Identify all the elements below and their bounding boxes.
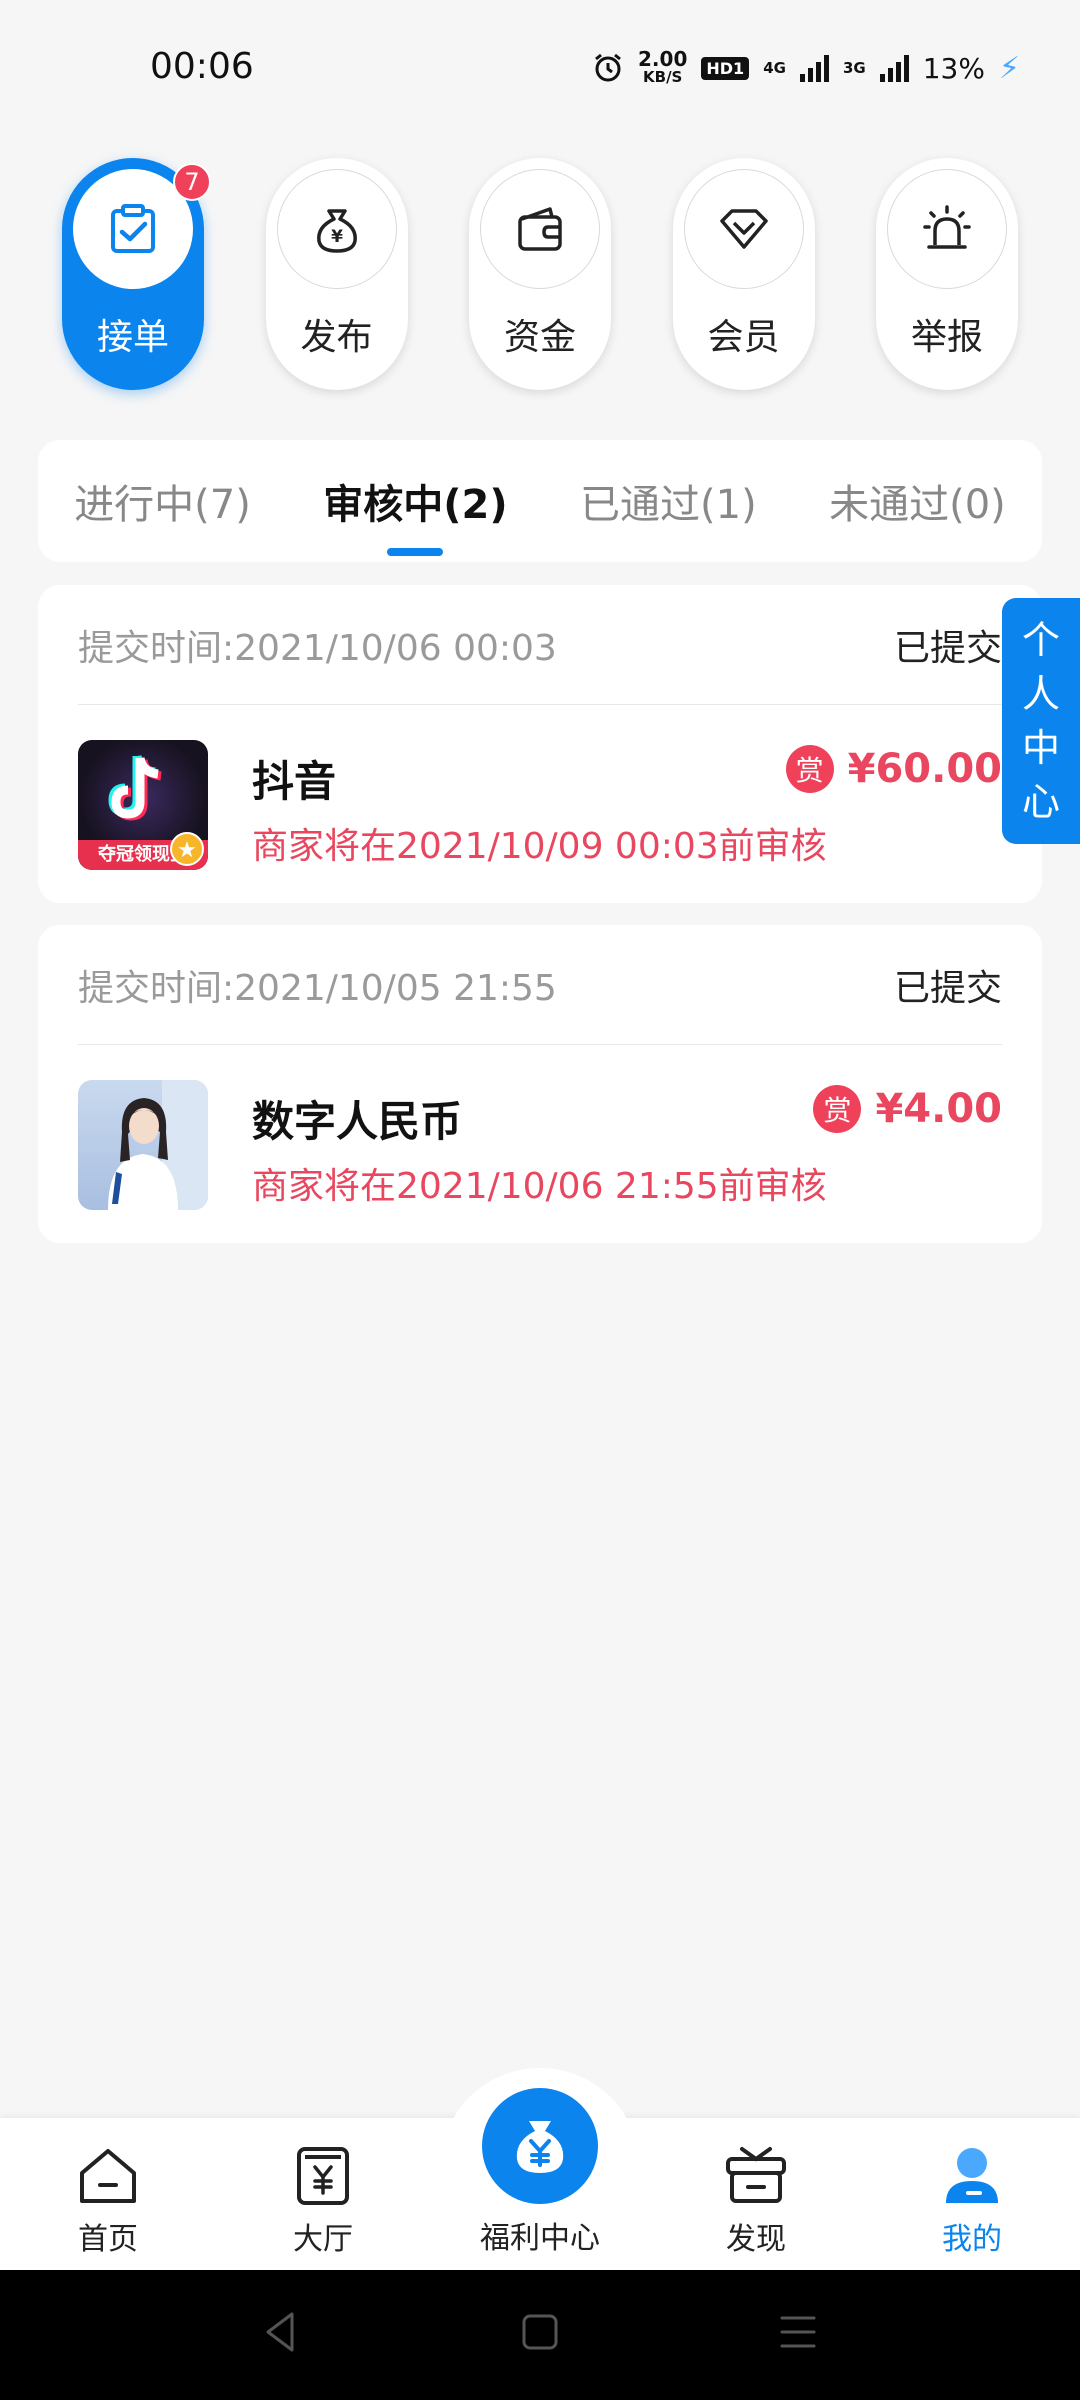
app-thumbnail: 夺冠领现金 ★ [78,740,208,870]
float-char: 个 [1021,618,1060,662]
category-take-order[interactable]: 7 接单 [62,158,211,390]
money-bag-icon [516,2121,564,2173]
person-photo-icon [108,1080,208,1210]
reward-amount: ¥4.00 [875,1086,1002,1132]
nav-label: 我的 [942,2222,1002,2257]
status-tabs: 进行中(7) 审核中(2) 已通过(1) 未通过(0) [38,440,1042,562]
category-publish[interactable]: ¥ 发布 [265,158,408,390]
personal-center-float-button[interactable]: 个 人 中 心 [1002,598,1080,844]
category-icon-circle: ¥ [276,169,397,289]
notification-badge: 7 [173,163,211,201]
submit-time: 提交时间:2021/10/05 21:55 [78,967,557,1009]
category-icon-circle: 7 [73,163,211,289]
float-char: 中 [1021,726,1060,770]
status-icons: 2.00 KB/S HD1 4G 3G 13% ⚡ [592,49,1020,86]
task-status: 已提交 [893,967,1002,1009]
task-card-header: 提交时间:2021/10/05 21:55 已提交 [78,925,1002,1045]
nav-discover[interactable]: 发现 [676,2140,836,2258]
back-icon[interactable] [260,2310,300,2354]
network-speed-unit: KB/S [643,68,683,86]
task-reward: 赏 ¥60.00 [785,745,1002,793]
battery-level: 13% [922,51,985,85]
hd-badge: HD1 [701,56,750,80]
reward-amount: ¥60.00 [847,746,1002,792]
float-char: 人 [1021,672,1060,716]
svg-text:¥: ¥ [331,227,343,247]
network-type-2: 3G [842,59,866,77]
submit-time: 提交时间:2021/10/06 00:03 [78,627,557,669]
app-thumbnail [78,1080,208,1210]
nav-label: 首页 [78,2222,138,2257]
category-label: 资金 [503,317,576,358]
charging-icon: ⚡ [998,50,1020,86]
category-label: 会员 [707,317,780,358]
category-label: 接单 [96,317,169,358]
task-card[interactable]: 提交时间:2021/10/05 21:55 已提交 数字人民币 赏 ¥4.00 … [38,925,1042,1243]
category-icon-circle [683,169,804,289]
nav-label: 发现 [726,2222,786,2257]
task-name: 数字人民币 [252,1097,463,1146]
category-label: 发布 [300,317,373,358]
tab-approved[interactable]: 已通过(1) [576,472,761,530]
nav-welfare-center-button[interactable] [482,2088,598,2204]
task-card[interactable]: 提交时间:2021/10/06 00:03 已提交 夺冠领现金 ★ 抖音 赏 ¥… [38,585,1042,903]
task-reward: 赏 ¥4.00 [813,1085,1002,1133]
task-name: 抖音 [252,757,337,806]
category-report[interactable]: 举报 [876,158,1018,390]
reward-icon: 赏 [785,745,834,793]
float-char: 心 [1021,780,1060,824]
reward-icon: 赏 [813,1085,862,1133]
network-type-1: 4G [763,59,786,77]
task-card-header: 提交时间:2021/10/06 00:03 已提交 [78,585,1002,705]
nav-label: 福利中心 [480,2221,600,2256]
alarm-siren-icon [923,205,971,249]
review-deadline: 商家将在2021/10/06 21:55前审核 [252,1166,827,1207]
review-deadline: 商家将在2021/10/09 00:03前审核 [252,826,827,867]
category-label: 举报 [910,317,983,358]
money-bag-icon: ¥ [316,209,357,253]
nav-hall[interactable]: 大厅 [243,2140,403,2258]
diamond-icon [719,209,768,249]
home-icon [80,2149,136,2203]
yuan-card-icon [297,2147,349,2205]
user-icon [946,2148,998,2203]
status-bar: 00:06 2.00 KB/S HD1 4G 3G 13% ⚡ [0,0,1080,130]
nav-mine[interactable]: 我的 [892,2140,1052,2258]
home-button-icon[interactable] [520,2310,560,2354]
gift-box-icon [726,2147,786,2203]
system-nav-bar [0,2270,1080,2400]
task-status: 已提交 [893,627,1002,669]
douyin-logo-icon [108,755,162,821]
category-icon-circle [887,169,1007,289]
alarm-clock-icon [595,53,621,82]
category-funds[interactable]: 资金 [469,158,611,390]
tab-under-review[interactable]: 审核中(2) [319,472,511,556]
star-badge-icon: ★ [170,832,204,866]
category-membership[interactable]: 会员 [672,158,815,390]
category-bar: 7 接单 ¥ 发布 资金 会员 举报 [62,158,1018,390]
signal-bars-icon [879,54,909,82]
tab-in-progress[interactable]: 进行中(7) [70,472,255,530]
wallet-icon [518,207,562,251]
category-icon-circle [480,169,600,289]
nav-label: 大厅 [293,2222,353,2257]
clipboard-check-icon [111,204,155,253]
tab-rejected[interactable]: 未通过(0) [825,472,1010,530]
signal-bars-icon [799,54,829,82]
status-time: 00:06 [150,46,254,87]
menu-icon[interactable] [778,2310,818,2354]
network-speed: 2.00 KB/S [638,49,687,86]
nav-home[interactable]: 首页 [28,2140,188,2258]
